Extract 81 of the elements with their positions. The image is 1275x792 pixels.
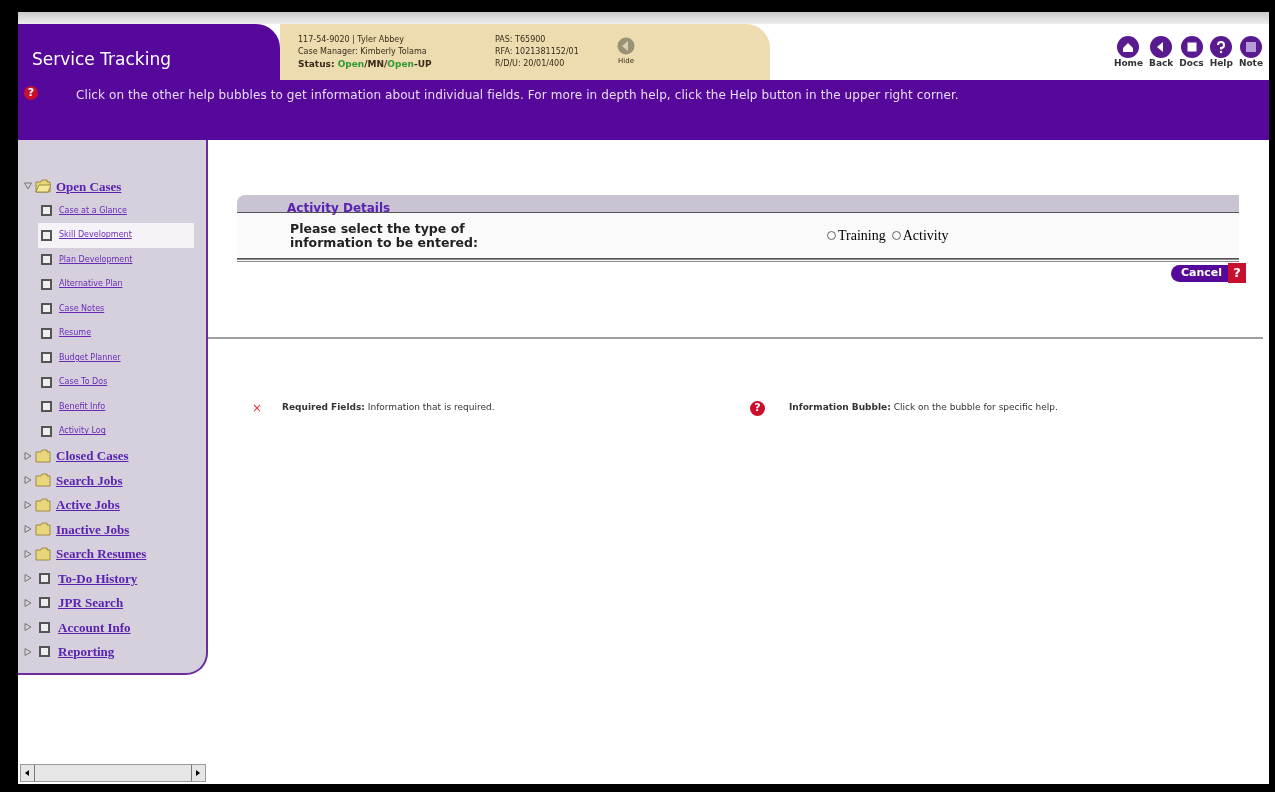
sidebar-item[interactable]: Plan Development xyxy=(38,247,194,272)
page-icon xyxy=(41,303,52,315)
page-icon xyxy=(41,376,52,388)
collapsed-arrow-icon[interactable] xyxy=(24,451,32,460)
sidebar-item[interactable]: Benefit Info xyxy=(38,394,194,419)
sidebar-item[interactable]: Skill Development xyxy=(38,223,194,248)
page-icon xyxy=(39,597,50,609)
legend-text: Required Fields: Information that is required. xyxy=(282,401,495,415)
prompt-text: Please select the type of information to be entered: xyxy=(290,221,480,250)
back-circle-icon xyxy=(617,37,635,55)
back-icon xyxy=(1150,36,1173,58)
open-folder-icon xyxy=(35,179,51,194)
sidebar-link[interactable]: Reporting xyxy=(58,642,115,662)
case-text: 117-54-9020 | Tyler Abbey xyxy=(298,34,405,46)
folder-icon xyxy=(35,522,51,537)
page-icon xyxy=(41,229,52,241)
sidebar-item[interactable]: Activity Log xyxy=(38,419,194,444)
folder-icon xyxy=(35,473,51,488)
sidebar-link[interactable]: To-Do History xyxy=(58,568,138,588)
sidebar-item[interactable]: Case To Dos xyxy=(38,370,194,395)
case-text: PAS: T65900 xyxy=(495,34,547,46)
note-icon xyxy=(1239,36,1262,58)
type-radio[interactable]: Training xyxy=(827,225,886,246)
collapsed-arrow-icon[interactable] xyxy=(24,623,32,632)
sidebar-link[interactable]: Account Info xyxy=(58,617,131,637)
case-text: R/D/U: 20/01/400 xyxy=(495,58,566,70)
case-text: Case Manager: Kimberly Tolama xyxy=(298,46,428,58)
page-icon xyxy=(39,621,50,633)
collapsed-arrow-icon[interactable] xyxy=(24,574,32,583)
collapsed-arrow-icon[interactable] xyxy=(24,549,32,558)
help-bubble-icon[interactable]: ? xyxy=(24,86,38,100)
page-icon xyxy=(41,254,52,266)
required-mark-icon: × xyxy=(252,399,262,417)
collapsed-arrow-icon[interactable] xyxy=(24,476,32,485)
page-icon xyxy=(39,572,50,584)
sidebar-item[interactable]: Budget Planner xyxy=(38,345,194,370)
expanded-arrow-icon[interactable] xyxy=(24,182,32,191)
sidebar-link[interactable]: Open Cases xyxy=(56,176,122,196)
collapsed-arrow-icon[interactable] xyxy=(24,647,32,656)
case-text: RFA: 1021381152/01 xyxy=(495,46,580,58)
nav-button[interactable]: Note xyxy=(1238,36,1263,68)
page-icon xyxy=(41,425,52,437)
collapsed-arrow-icon[interactable] xyxy=(24,598,32,607)
sidebar-link[interactable]: Search Resumes xyxy=(56,544,147,564)
type-radio[interactable]: Activity xyxy=(891,225,949,246)
page-icon xyxy=(41,327,52,339)
page-icon xyxy=(41,205,52,217)
sidebar-link[interactable]: JPR Search xyxy=(58,593,124,613)
help-bubble-button[interactable]: ? xyxy=(1228,263,1246,283)
sidebar-item[interactable]: Alternative Plan xyxy=(38,272,194,297)
page-icon xyxy=(41,278,52,290)
folder-icon xyxy=(35,497,51,512)
folder-icon xyxy=(35,546,51,561)
sidebar-item[interactable]: Resume xyxy=(38,321,194,346)
home-icon xyxy=(1117,36,1140,58)
help-icon xyxy=(1210,36,1233,58)
nav-button[interactable]: Home xyxy=(1113,36,1144,68)
app-title: Service Tracking xyxy=(32,47,171,71)
help-bubble-icon[interactable]: ? xyxy=(750,400,765,416)
sidebar-link[interactable]: Inactive Jobs xyxy=(56,519,130,539)
panel-title: Activity Details xyxy=(287,201,391,215)
collapsed-arrow-icon[interactable] xyxy=(24,525,32,534)
sidebar-link[interactable]: Search Jobs xyxy=(56,470,123,490)
horizontal-scrollbar[interactable] xyxy=(20,764,206,782)
folder-icon xyxy=(35,448,51,463)
cancel-button[interactable]: Cancel xyxy=(1170,264,1228,282)
help-text: Click on the other help bubbles to get information about individual fields. For more in depth help, click the Help button in the upper right corner. xyxy=(76,87,959,104)
page-icon xyxy=(41,352,52,364)
collapsed-arrow-icon[interactable] xyxy=(24,500,32,509)
docs-icon xyxy=(1180,36,1203,58)
page-icon xyxy=(39,646,50,658)
nav-button[interactable]: Docs xyxy=(1179,36,1204,68)
page-icon xyxy=(41,401,52,413)
status-text: Status: Open/MN/Open-UP xyxy=(298,58,433,70)
legend-text: Information Bubble: Click on the bubble for specific help. xyxy=(789,401,1058,415)
sidebar-item[interactable]: Case at a Glance xyxy=(38,198,194,223)
sidebar-link[interactable]: Active Jobs xyxy=(56,495,120,515)
sidebar-link[interactable]: Closed Cases xyxy=(56,446,129,466)
nav-button[interactable]: Back xyxy=(1149,36,1174,68)
nav-button[interactable]: Help xyxy=(1209,36,1233,68)
sidebar-item[interactable]: Case Notes xyxy=(38,296,194,321)
